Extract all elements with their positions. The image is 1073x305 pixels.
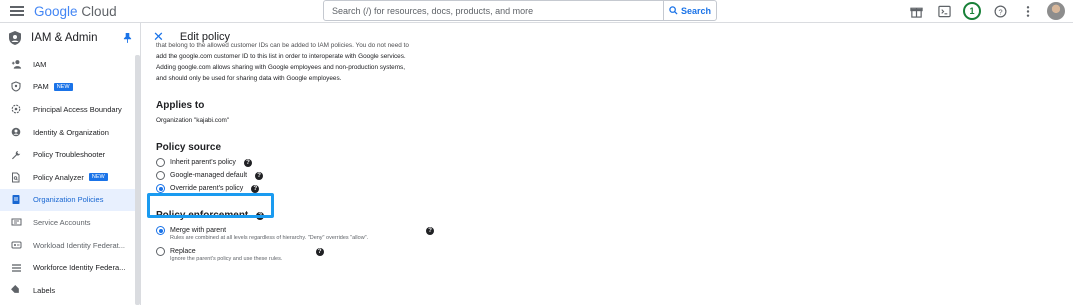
logo-google: Google bbox=[34, 4, 78, 19]
help-icon[interactable]: ? bbox=[243, 158, 252, 167]
search-button[interactable]: Search bbox=[663, 1, 716, 20]
option-description: Rules are combined at all levels regardl… bbox=[170, 235, 369, 241]
sidebar-item-label: Workforce Identity Federa... bbox=[33, 263, 126, 273]
option-label: Merge with parent bbox=[170, 227, 227, 234]
sidebar-title: IAM & Admin bbox=[31, 32, 98, 44]
radio-button[interactable] bbox=[156, 247, 165, 256]
sidebar-item-label: Workload Identity Federat... bbox=[33, 240, 125, 250]
google-cloud-logo[interactable]: Google Cloud bbox=[34, 4, 117, 19]
svg-text:?: ? bbox=[998, 7, 1002, 16]
radio-button[interactable] bbox=[156, 171, 165, 180]
sidebar-header: IAM & Admin bbox=[0, 23, 140, 53]
notifications-badge[interactable]: 1 bbox=[963, 2, 981, 20]
search-button-label: Search bbox=[680, 5, 712, 16]
policy-source-heading: Policy source bbox=[156, 142, 222, 153]
help-icon[interactable]: ? bbox=[256, 211, 265, 220]
sidebar-item-labels[interactable]: Labels bbox=[0, 279, 140, 302]
left-nav: IAM & Admin IAM PAM NEW Principal Access Bo… bbox=[0, 23, 141, 305]
search-icon bbox=[669, 6, 678, 15]
sidebar-item-label: IAM bbox=[33, 59, 47, 69]
intro-line: add the google.com customer ID to this l… bbox=[156, 53, 406, 60]
sidebar-item-label: PAM bbox=[33, 82, 49, 92]
applies-to-heading: Applies to bbox=[156, 100, 205, 111]
wrench-icon bbox=[10, 150, 22, 160]
label-icon bbox=[10, 285, 22, 295]
top-bar: Google Cloud Search 1 ? bbox=[0, 0, 1073, 23]
document-search-icon bbox=[10, 172, 22, 183]
option-label: Override parent's policy bbox=[170, 185, 244, 192]
sidebar-item-policy-troubleshooter[interactable]: Policy Troubleshooter bbox=[0, 143, 140, 166]
sidebar-item-label: Identity & Organization bbox=[33, 127, 109, 137]
add-person-icon bbox=[10, 59, 22, 69]
sidebar-item-workload-identity-federat[interactable]: Workload Identity Federat... bbox=[0, 234, 140, 257]
gift-icon[interactable] bbox=[907, 2, 925, 20]
sidebar-item-label: Organization Policies bbox=[33, 195, 104, 205]
sidebar-item-organization-policies[interactable]: Organization Policies bbox=[0, 188, 140, 212]
help-icon[interactable]: ? bbox=[251, 184, 260, 193]
sidebar-item-label: Policy Troubleshooter bbox=[33, 150, 106, 160]
sidebar-item-iam[interactable]: IAM bbox=[0, 53, 140, 76]
sidebar-item-label: Principal Access Boundary bbox=[33, 104, 122, 114]
sidebar-item-principal-access-boundary[interactable]: Principal Access Boundary bbox=[0, 98, 140, 121]
new-badge: NEW bbox=[53, 82, 73, 91]
intro-line: that belong to the allowed customer IDs … bbox=[156, 42, 409, 49]
sidebar-item-label: Service Accounts bbox=[33, 217, 91, 227]
search-input[interactable] bbox=[324, 1, 663, 20]
sidebar-item-identity-organization[interactable]: Identity & Organization bbox=[0, 121, 140, 144]
option-description: Ignore the parent's policy and use these… bbox=[170, 256, 283, 262]
main-menu-icon[interactable] bbox=[10, 4, 24, 18]
search-bar: Search bbox=[323, 0, 717, 21]
help-icon[interactable]: ? bbox=[426, 226, 435, 235]
intro-line: Adding google.com allows sharing with Go… bbox=[156, 64, 406, 71]
help-icon[interactable]: ? bbox=[255, 171, 264, 180]
radio-inherit-parent[interactable]: Inherit parent's policy ? bbox=[156, 156, 856, 169]
sidebar-item-workforce-identity-federa[interactable]: Workforce Identity Federa... bbox=[0, 256, 140, 279]
sidebar-item-service-accounts[interactable]: Service Accounts bbox=[0, 211, 140, 234]
avatar[interactable] bbox=[1047, 2, 1065, 20]
sidebar-item-pam[interactable]: PAM NEW bbox=[0, 76, 140, 99]
help-icon[interactable]: ? bbox=[991, 2, 1009, 20]
radio-override-parent[interactable]: Override parent's policy ? bbox=[156, 182, 856, 195]
shield-icon bbox=[9, 31, 21, 45]
sidebar-item-label: Labels bbox=[33, 285, 56, 295]
option-label: Inherit parent's policy bbox=[170, 159, 236, 166]
service-account-icon bbox=[10, 217, 22, 227]
pin-icon[interactable] bbox=[123, 32, 132, 43]
policy-enforcement-heading-row: Policy enforcement ? bbox=[156, 210, 856, 221]
sidebar-scrollbar[interactable] bbox=[135, 55, 140, 305]
policy-enforcement-heading: Policy enforcement bbox=[156, 210, 249, 221]
cloud-shell-icon[interactable] bbox=[935, 2, 953, 20]
option-label: Google-managed default bbox=[170, 172, 248, 179]
radio-button-selected[interactable] bbox=[156, 226, 165, 235]
sidebar-item-label: Policy Analyzer bbox=[33, 172, 84, 182]
applies-to-value: Organization "kajabi.com" bbox=[156, 117, 230, 124]
policy-form: that belong to the allowed customer IDs … bbox=[156, 42, 856, 264]
intro-line: and should only be used for sharing data… bbox=[156, 75, 342, 82]
intro-text: that belong to the allowed customer IDs … bbox=[156, 40, 856, 84]
account-circle-icon bbox=[10, 127, 22, 137]
workload-icon bbox=[10, 240, 22, 250]
radio-button[interactable] bbox=[156, 158, 165, 167]
sidebar-item-policy-analyzer[interactable]: Policy Analyzer NEW bbox=[0, 166, 140, 189]
radio-google-managed[interactable]: Google-managed default ? bbox=[156, 169, 856, 182]
more-vert-icon[interactable] bbox=[1019, 2, 1037, 20]
policy-doc-icon bbox=[10, 194, 22, 205]
help-icon[interactable]: ? bbox=[315, 247, 324, 256]
option-label: Replace bbox=[170, 248, 196, 255]
radio-button-selected[interactable] bbox=[156, 184, 165, 193]
logo-cloud: Cloud bbox=[81, 4, 117, 19]
shield-person-icon bbox=[10, 81, 22, 92]
list-icon bbox=[10, 263, 22, 273]
new-badge: NEW bbox=[88, 173, 108, 182]
boundary-icon bbox=[10, 104, 22, 114]
